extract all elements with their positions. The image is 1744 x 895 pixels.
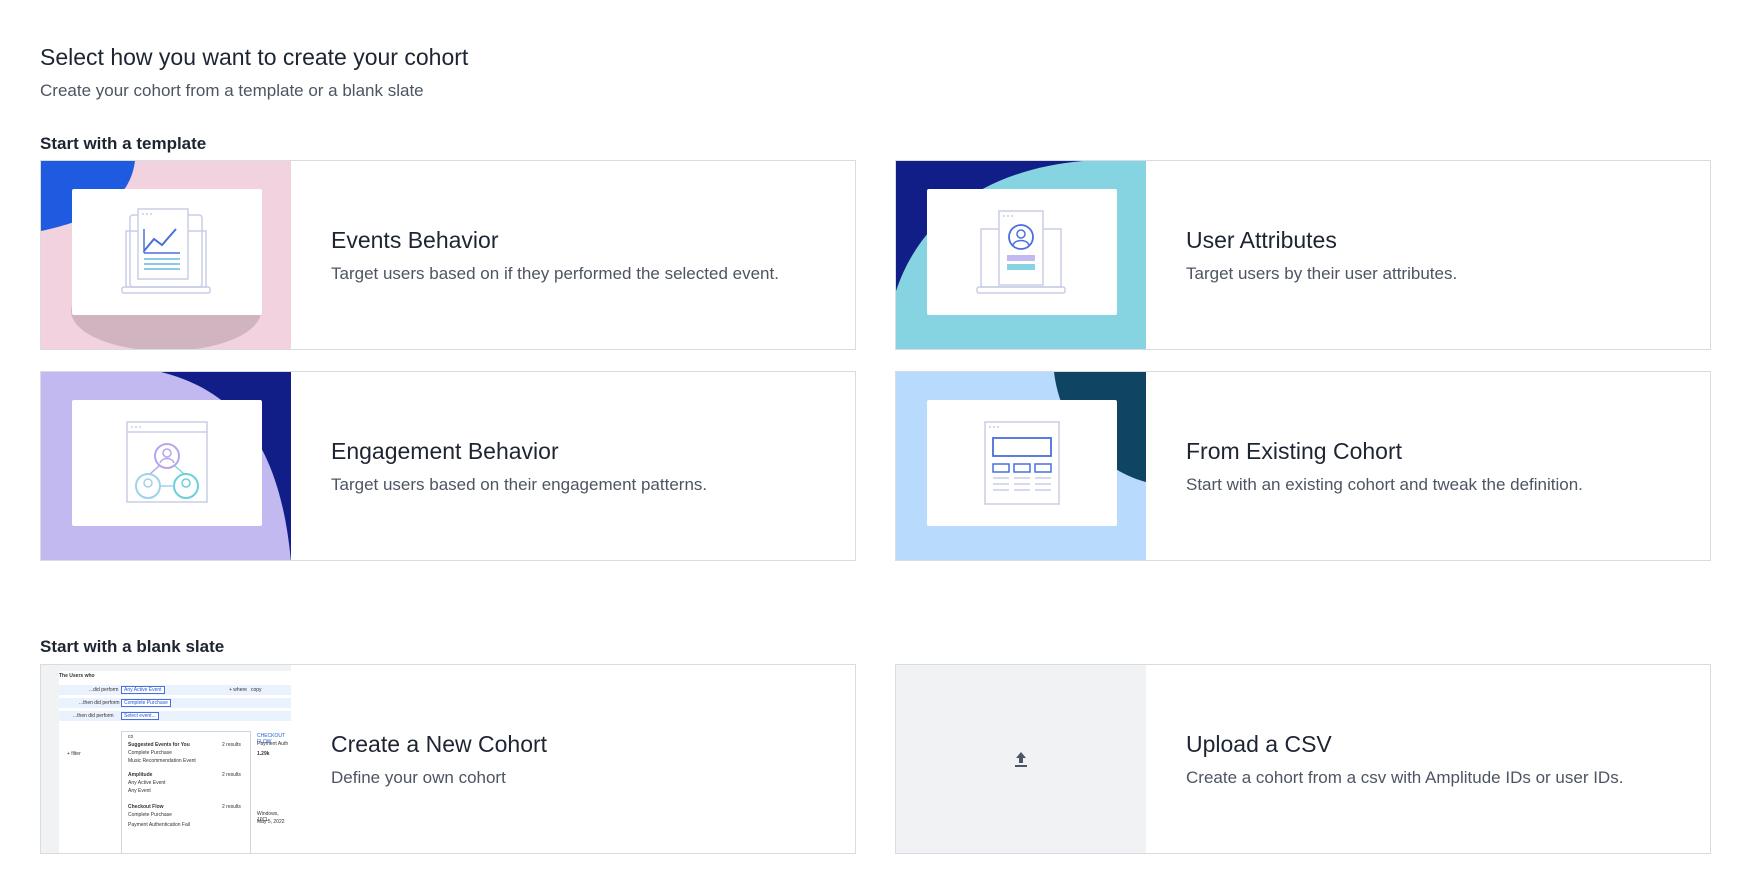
preview-side-panel: CHECKOUT FLOW Payment Auth 1.29k Windows… bbox=[255, 731, 291, 853]
new-cohort-title: Create a New Cohort bbox=[331, 730, 548, 757]
preview-search: co bbox=[128, 734, 134, 740]
user-attributes-desc: Target users by their user attributes. bbox=[1186, 263, 1458, 283]
laptop-chart-icon bbox=[121, 208, 211, 294]
preview-side-text: Payment Auth bbox=[257, 741, 289, 747]
preview-item: Any Active Event bbox=[128, 780, 166, 786]
events-behavior-thumbnail bbox=[41, 161, 291, 349]
preview-item: Any Event bbox=[128, 788, 151, 794]
user-attributes-thumbnail bbox=[896, 161, 1146, 349]
preview-item: Payment Authentication Fail bbox=[128, 822, 190, 828]
preview-chip: Any Active Event bbox=[121, 686, 165, 694]
new-cohort-card[interactable]: The Users who ...did perform ...then did… bbox=[40, 664, 856, 854]
preview-item: Complete Purchase bbox=[128, 812, 172, 818]
existing-cohort-thumbnail bbox=[896, 372, 1146, 560]
user-attributes-card[interactable]: User Attributes Target users by their us… bbox=[895, 160, 1711, 350]
page-subtitle: Create your cohort from a template or a … bbox=[40, 81, 424, 100]
upload-csv-card[interactable]: Upload a CSV Create a cohort from a csv … bbox=[895, 664, 1711, 854]
preview-item: Complete Purchase bbox=[128, 750, 172, 756]
cohort-builder-preview: The Users who ...did perform ...then did… bbox=[59, 671, 291, 853]
user-attributes-title: User Attributes bbox=[1186, 226, 1337, 253]
events-behavior-desc: Target users based on if they performed … bbox=[331, 263, 779, 283]
preview-group: Amplitude bbox=[128, 772, 153, 778]
blank-section-label: Start with a blank slate bbox=[40, 637, 225, 656]
preview-action: + where bbox=[229, 687, 247, 693]
upload-csv-thumbnail bbox=[896, 665, 1146, 853]
engagement-behavior-card[interactable]: Engagement Behavior Target users based o… bbox=[40, 371, 856, 561]
events-behavior-title: Events Behavior bbox=[331, 226, 499, 253]
engagement-behavior-desc: Target users based on their engagement p… bbox=[331, 474, 708, 494]
preview-row-label: ...then did perform bbox=[73, 713, 114, 719]
preview-group: Suggested Events for You bbox=[128, 742, 190, 748]
preview-item: Music Recommendation Event bbox=[128, 758, 196, 764]
preview-count: 2 results bbox=[222, 742, 241, 748]
preview-count: 2 results bbox=[222, 772, 241, 778]
preview-chip: Complete Purchase bbox=[121, 699, 171, 707]
preview-side-text: May 5, 2022 bbox=[257, 819, 285, 825]
preview-row-label: ...did perform bbox=[89, 687, 119, 693]
new-cohort-desc: Define your own cohort bbox=[331, 767, 506, 787]
preview-side-text: 1.29k bbox=[257, 751, 270, 757]
preview-heading: The Users who bbox=[59, 673, 95, 679]
existing-cohort-title: From Existing Cohort bbox=[1186, 437, 1403, 464]
engagement-behavior-thumbnail bbox=[41, 372, 291, 560]
preview-filter: + filter bbox=[67, 751, 81, 757]
laptop-user-icon bbox=[976, 210, 1066, 294]
preview-group: Checkout Flow bbox=[128, 804, 164, 810]
engagement-behavior-title: Engagement Behavior bbox=[331, 437, 559, 464]
page-title: Select how you want to create your cohor… bbox=[40, 44, 469, 70]
upload-icon bbox=[1015, 752, 1027, 767]
existing-cohort-desc: Start with an existing cohort and tweak … bbox=[1186, 474, 1583, 494]
upload-csv-desc: Create a cohort from a csv with Amplitud… bbox=[1186, 767, 1624, 787]
events-behavior-card[interactable]: Events Behavior Target users based on if… bbox=[40, 160, 856, 350]
new-cohort-thumbnail: The Users who ...did perform ...then did… bbox=[41, 665, 291, 853]
users-network-icon bbox=[126, 421, 208, 503]
document-layout-icon bbox=[984, 421, 1060, 505]
existing-cohort-card[interactable]: From Existing Cohort Start with an exist… bbox=[895, 371, 1711, 561]
preview-action: copy bbox=[251, 687, 262, 693]
preview-count: 2 results bbox=[222, 804, 241, 810]
template-section-label: Start with a template bbox=[40, 134, 207, 153]
preview-row-label: ...then did perform bbox=[79, 700, 120, 706]
upload-csv-title: Upload a CSV bbox=[1186, 730, 1332, 757]
preview-chip: Select event... bbox=[121, 712, 159, 720]
preview-dropdown: co Suggested Events for You 2 results Co… bbox=[121, 731, 251, 853]
